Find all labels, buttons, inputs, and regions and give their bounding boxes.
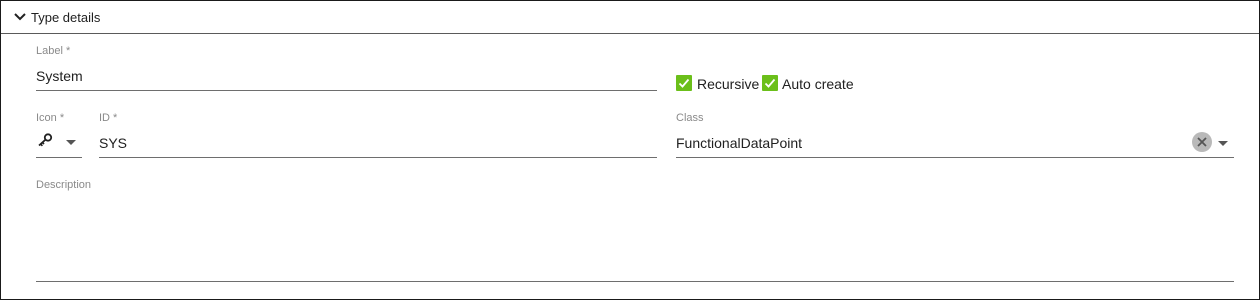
icon-field-label: Icon * xyxy=(36,112,65,124)
description-textarea[interactable] xyxy=(36,195,1234,279)
panel-title: Type details xyxy=(31,10,101,25)
class-select-underline xyxy=(676,157,1234,158)
id-input-underline xyxy=(99,157,657,158)
icon-dropdown-caret-icon[interactable] xyxy=(66,140,76,145)
label-input-underline xyxy=(36,90,657,91)
key-icon[interactable] xyxy=(37,133,53,147)
class-field-label: Class xyxy=(676,112,704,124)
description-field-label: Description xyxy=(36,179,92,191)
recursive-label[interactable]: Recursive xyxy=(697,76,759,92)
label-field-label: Label * xyxy=(36,45,71,57)
close-icon xyxy=(1197,137,1207,147)
check-icon xyxy=(764,78,776,88)
type-details-panel: Type details Label * System Recursive Au… xyxy=(0,0,1260,300)
panel-header[interactable]: Type details xyxy=(1,1,1259,34)
label-input[interactable]: System xyxy=(36,68,83,84)
auto-create-label[interactable]: Auto create xyxy=(782,76,854,92)
check-icon xyxy=(678,78,690,88)
id-field-label: ID * xyxy=(99,112,118,124)
caret-down-icon[interactable] xyxy=(1218,141,1228,146)
class-select[interactable]: FunctionalDataPoint xyxy=(676,135,802,151)
clear-icon[interactable] xyxy=(1192,132,1212,152)
recursive-checkbox[interactable] xyxy=(676,75,692,91)
chevron-down-icon[interactable] xyxy=(13,12,27,22)
description-underline xyxy=(36,281,1234,282)
icon-select-underline xyxy=(36,157,82,158)
id-input[interactable]: SYS xyxy=(99,135,127,151)
auto-create-checkbox[interactable] xyxy=(762,75,778,91)
